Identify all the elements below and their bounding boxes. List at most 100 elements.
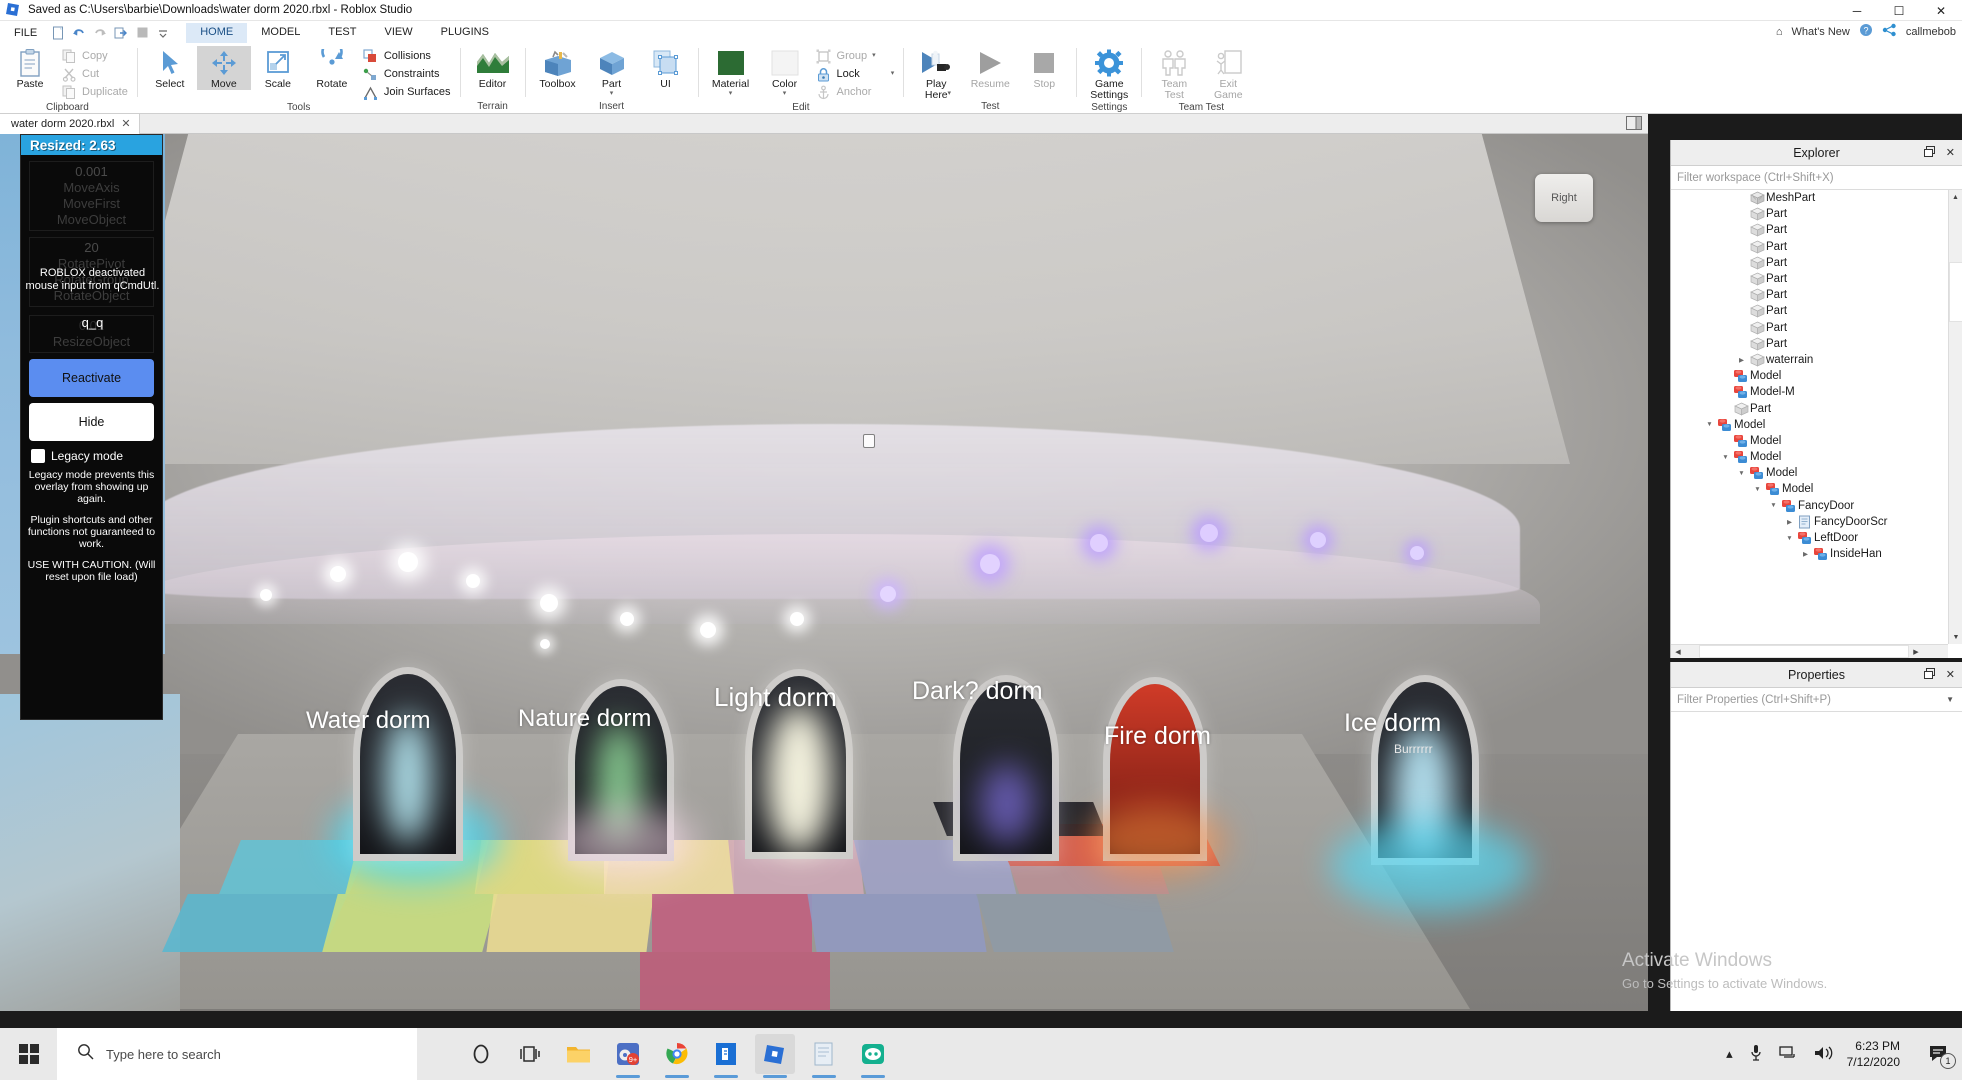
paste-button[interactable]: Paste xyxy=(3,46,57,90)
stop-button[interactable]: Stop xyxy=(1017,46,1071,90)
explorer-tree-item[interactable]: ▼LeftDoor xyxy=(1671,530,1948,546)
home-icon[interactable]: ⌂ xyxy=(1776,26,1783,38)
chevron-down-icon[interactable]: ▾ xyxy=(872,53,876,59)
explorer-vertical-scrollbar[interactable]: ▲ ▼ xyxy=(1948,190,1962,644)
explorer-tree-item[interactable]: ▼Model xyxy=(1671,449,1948,465)
duplicate-button[interactable]: Duplicate xyxy=(57,83,132,101)
explorer-tree-item[interactable]: Model-M xyxy=(1671,384,1948,400)
qat-overflow-icon[interactable] xyxy=(154,24,172,41)
scroll-down-icon[interactable]: ▼ xyxy=(1949,630,1962,644)
help-icon[interactable]: ? xyxy=(1859,23,1873,40)
chevron-down-icon[interactable]: ▾ xyxy=(783,91,787,97)
file-menu[interactable]: FILE xyxy=(0,27,49,43)
collisions-toggle[interactable]: Collisions xyxy=(359,47,455,65)
anchor-button[interactable]: Anchor xyxy=(812,83,899,101)
close-icon[interactable]: ✕ xyxy=(1946,668,1955,681)
whats-new-link[interactable]: What's New xyxy=(1792,26,1850,38)
explorer-tree-item[interactable]: Part xyxy=(1671,303,1948,319)
task-view-icon[interactable] xyxy=(510,1034,550,1074)
google-play-music-icon[interactable]: 9+ xyxy=(608,1034,648,1074)
chevron-down-icon[interactable]: ▼ xyxy=(1767,502,1780,509)
group-button[interactable]: Group ▾ xyxy=(812,47,899,65)
overlay-value-field[interactable]: q_q xyxy=(25,315,160,330)
lock-button[interactable]: Lock ▾ xyxy=(812,65,899,83)
cut-button[interactable]: Cut xyxy=(57,65,132,83)
search-input[interactable]: Type here to search xyxy=(57,1028,417,1080)
restore-icon[interactable] xyxy=(1924,668,1935,682)
exit-game-button[interactable]: ExitGame xyxy=(1201,46,1255,101)
chevron-down-icon[interactable]: ▼ xyxy=(1783,535,1796,542)
minimize-button[interactable]: ─ xyxy=(1836,0,1878,21)
chevron-down-icon[interactable]: ▾ xyxy=(610,91,614,97)
layout-toggle-icon[interactable] xyxy=(1626,116,1642,135)
chevron-right-icon[interactable]: ▶ xyxy=(1799,550,1812,558)
notifications-icon[interactable]: 1 xyxy=(1916,1028,1962,1080)
explorer-tree-item[interactable]: Part xyxy=(1671,255,1948,271)
explorer-tree-item[interactable]: Part xyxy=(1671,400,1948,416)
scroll-left-icon[interactable]: ◀ xyxy=(1671,645,1685,658)
checkbox-box[interactable] xyxy=(31,449,45,463)
redo-icon[interactable] xyxy=(91,24,109,41)
chevron-down-icon[interactable]: ▼ xyxy=(1751,486,1764,493)
explorer-horizontal-scrollbar[interactable]: ◀ ▶ xyxy=(1671,644,1948,658)
explorer-tree-item[interactable]: Part xyxy=(1671,320,1948,336)
cortana-icon[interactable] xyxy=(461,1034,501,1074)
explorer-tree-item[interactable]: MeshPart xyxy=(1671,190,1948,206)
network-icon[interactable] xyxy=(1779,1045,1798,1063)
insert-ui-button[interactable]: UI xyxy=(639,46,693,90)
volume-icon[interactable] xyxy=(1814,1045,1833,1064)
notepad-icon[interactable] xyxy=(804,1034,844,1074)
chrome-icon[interactable] xyxy=(657,1034,697,1074)
chevron-down-icon[interactable]: ▼ xyxy=(1703,421,1716,428)
select-tool-button[interactable]: Select xyxy=(143,46,197,90)
share-icon[interactable] xyxy=(1882,23,1897,40)
explorer-tree-item[interactable]: ▼Model xyxy=(1671,465,1948,481)
maximize-button[interactable]: ☐ xyxy=(1878,0,1920,21)
explorer-tree-item[interactable]: Part xyxy=(1671,239,1948,255)
copy-button[interactable]: Copy xyxy=(57,47,132,65)
chevron-right-icon[interactable]: ▶ xyxy=(1735,356,1748,364)
close-icon[interactable]: ✕ xyxy=(1946,146,1955,159)
roblox-studio-icon[interactable] xyxy=(755,1034,795,1074)
tab-home[interactable]: HOME xyxy=(186,23,247,43)
undo-icon[interactable] xyxy=(70,24,88,41)
archway-dark-dorm[interactable] xyxy=(960,682,1052,854)
team-test-button[interactable]: TeamTest xyxy=(1147,46,1201,101)
archway-water-dorm[interactable] xyxy=(360,674,456,854)
account-name[interactable]: callmebob xyxy=(1906,26,1956,38)
legacy-mode-checkbox[interactable]: Legacy mode xyxy=(31,449,154,463)
view-cube[interactable]: Right xyxy=(1535,174,1593,222)
scroll-up-icon[interactable]: ▲ xyxy=(1949,190,1962,204)
reactivate-button[interactable]: Reactivate xyxy=(29,359,154,397)
tab-view[interactable]: VIEW xyxy=(370,23,426,43)
new-file-icon[interactable] xyxy=(49,24,67,41)
join-surfaces-toggle[interactable]: Join Surfaces xyxy=(359,83,455,101)
close-icon[interactable]: ✕ xyxy=(121,117,130,130)
explorer-filter[interactable]: Filter workspace (Ctrl+Shift+X) xyxy=(1671,166,1962,190)
chevron-down-icon[interactable]: ▾ xyxy=(948,91,952,97)
color-button[interactable]: Color ▾ xyxy=(758,46,812,97)
document-tab[interactable]: water dorm 2020.rbxl ✕ xyxy=(0,114,140,134)
scrollbar-thumb[interactable] xyxy=(1949,262,1962,322)
scale-tool-button[interactable]: Scale xyxy=(251,46,305,90)
chevron-down-icon[interactable]: ▾ xyxy=(729,91,733,97)
explorer-tree-item[interactable]: Part xyxy=(1671,287,1948,303)
explorer-tree-item[interactable]: ▶InsideHan xyxy=(1671,546,1948,562)
chevron-down-icon[interactable]: ▼ xyxy=(1946,695,1954,704)
resume-button[interactable]: Resume xyxy=(963,46,1017,90)
chevron-up-icon[interactable]: ▴ xyxy=(1726,1046,1733,1062)
hide-button[interactable]: Hide xyxy=(29,403,154,441)
microphone-icon[interactable] xyxy=(1749,1044,1763,1065)
stop-square-icon[interactable] xyxy=(133,24,151,41)
play-here-button[interactable]: PlayHere ▾ xyxy=(909,46,963,97)
move-tool-button[interactable]: Move xyxy=(197,46,251,90)
taskbar-clock[interactable]: 6:23 PM 7/12/2020 xyxy=(1847,1038,1916,1070)
scroll-right-icon[interactable]: ▶ xyxy=(1909,645,1923,658)
scrollbar-thumb[interactable] xyxy=(1699,645,1909,658)
rotate-tool-button[interactable]: Rotate xyxy=(305,46,359,90)
explorer-tree-item[interactable]: ▶waterrain xyxy=(1671,352,1948,368)
tab-plugins[interactable]: PLUGINS xyxy=(427,23,503,43)
archway-fire-dorm[interactable] xyxy=(1110,684,1200,854)
restore-icon[interactable] xyxy=(1924,146,1935,160)
plugin-overlay-qcmdutl[interactable]: Resized: 2.63 0.001 MoveAxis MoveFirst M… xyxy=(20,134,163,720)
